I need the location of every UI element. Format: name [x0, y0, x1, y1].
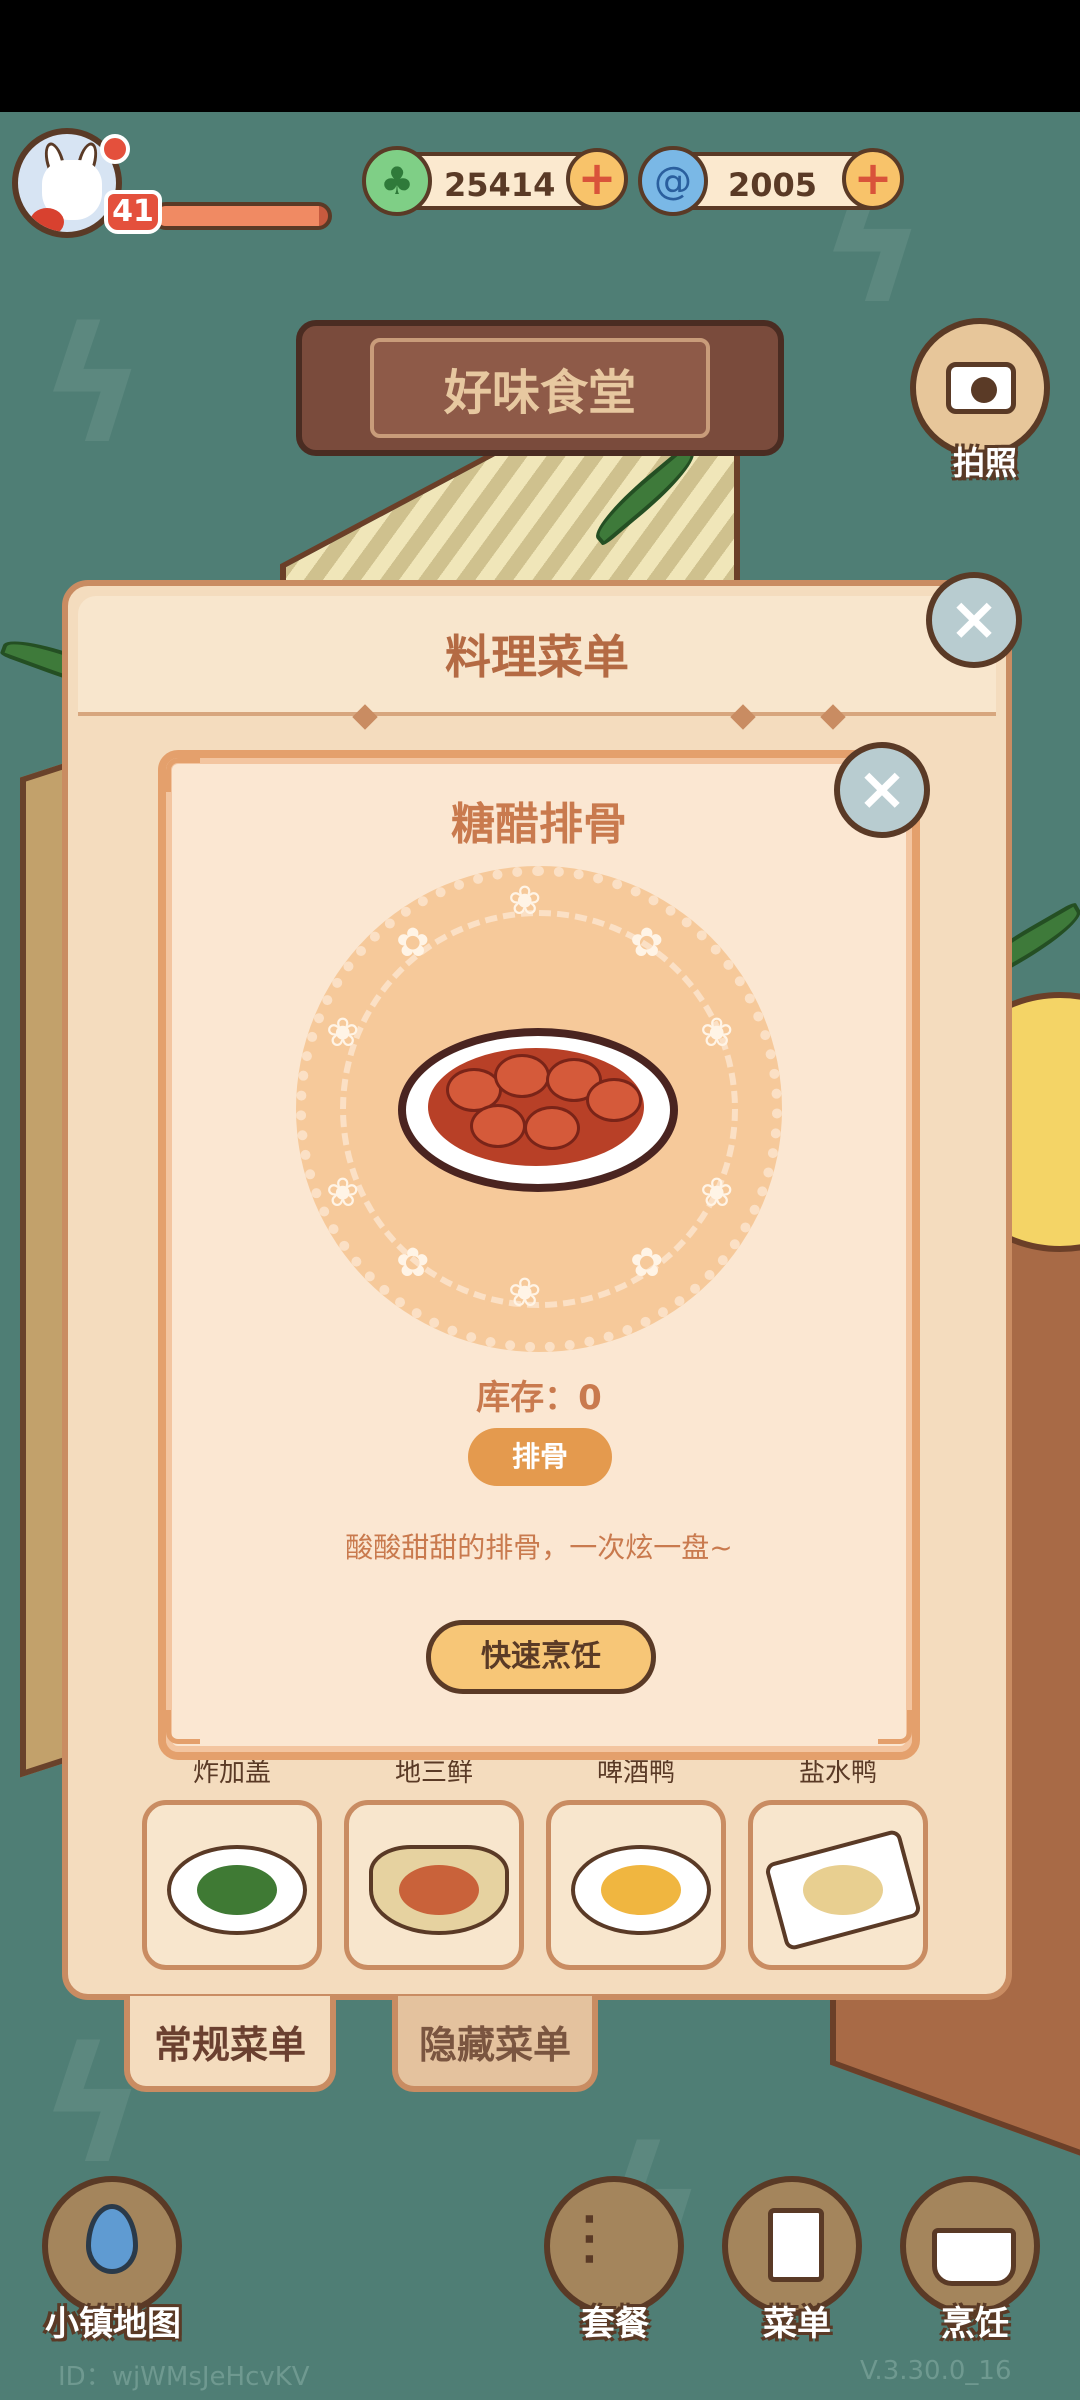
background-bolt-pattern: ϟ: [40, 292, 146, 479]
set-meal-button[interactable]: ⫶: [544, 2176, 684, 2316]
dish-description: 酸酸甜甜的排骨，一次炫一盘~: [345, 1531, 733, 1564]
dish-card[interactable]: [142, 1800, 322, 1970]
map-pin-icon: [86, 2204, 138, 2274]
tab-regular-menu[interactable]: 常规菜单: [124, 1996, 336, 2092]
flower-icon: ❀: [700, 1170, 734, 1216]
menu-label: 菜单: [763, 2304, 831, 2344]
quick-cook-button[interactable]: 快速烹饪: [426, 1620, 656, 1694]
clipboard-icon: [768, 2208, 824, 2282]
set-meal-label: 套餐: [581, 2304, 649, 2344]
flower-icon: ❀: [508, 878, 542, 924]
version-text: V.3.30.0_16: [860, 2356, 1012, 2386]
clover-currency: ♣ 25414 +: [362, 146, 628, 216]
dish-title: 糖醋排骨: [451, 799, 627, 850]
camera-icon: [946, 362, 1016, 414]
camera-label: 拍照: [952, 444, 1017, 482]
dish-card[interactable]: [344, 1800, 524, 1970]
notification-dot: [100, 134, 130, 164]
shop-name: 好味食堂: [370, 338, 710, 438]
panel-title: 料理菜单: [78, 596, 996, 716]
flower-icon: ✿: [630, 1240, 664, 1286]
clover-amount: 25414: [444, 166, 556, 204]
camera-button[interactable]: [910, 318, 1050, 458]
flower-icon: ✿: [396, 1240, 430, 1286]
dish-card[interactable]: [748, 1800, 928, 1970]
pot-icon: [932, 2228, 1016, 2286]
swirl-icon: @: [638, 146, 708, 216]
strawberry-icon: [30, 208, 64, 232]
ingredient-tag: 排骨: [468, 1428, 612, 1486]
swirl-amount: 2005: [728, 166, 818, 204]
status-bar: [0, 0, 1080, 112]
skewer-icon: ⫶: [580, 2202, 598, 2284]
add-swirl-button[interactable]: +: [842, 148, 904, 210]
flower-icon: ❀: [508, 1270, 542, 1316]
town-map-button[interactable]: [42, 2176, 182, 2316]
xp-fill: [156, 206, 320, 226]
flower-icon: ✿: [630, 920, 664, 966]
flower-icon: ❀: [326, 1170, 360, 1216]
clover-icon: ♣: [362, 146, 432, 216]
town-map-label: 小镇地图: [45, 2304, 181, 2344]
flower-icon: ✿: [396, 920, 430, 966]
tab-hidden-menu[interactable]: 隐藏菜单: [392, 1996, 598, 2092]
level-badge: 41: [104, 190, 162, 234]
player-id: ID：wjWMsJeHcvKV: [58, 2362, 310, 2392]
flower-icon: ❀: [700, 1010, 734, 1056]
cook-button[interactable]: [900, 2176, 1040, 2316]
shop-sign: 好味食堂: [296, 320, 784, 456]
menu-button[interactable]: [722, 2176, 862, 2316]
flower-icon: ❀: [326, 1010, 360, 1056]
add-clover-button[interactable]: +: [566, 148, 628, 210]
panel-close-button[interactable]: ×: [926, 572, 1022, 668]
dish-card[interactable]: [546, 1800, 726, 1970]
cook-label: 烹饪: [941, 2304, 1009, 2344]
stock-count: 库存：0: [476, 1378, 602, 1418]
swirl-currency: @ 2005 +: [638, 146, 904, 216]
xp-bar: [152, 202, 332, 230]
